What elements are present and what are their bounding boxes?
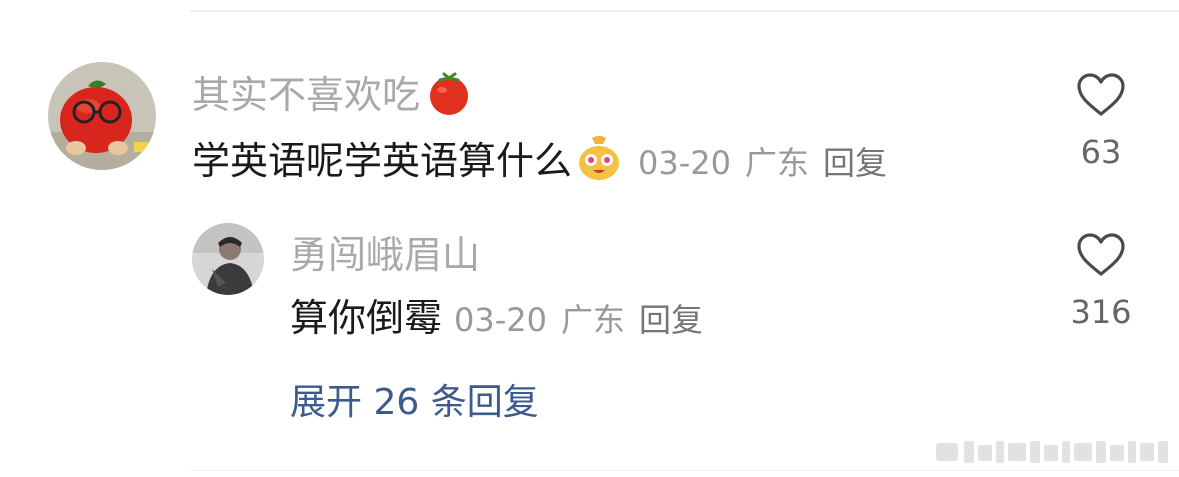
- reply-button[interactable]: 回复: [823, 144, 887, 182]
- reply-button[interactable]: 回复: [639, 301, 703, 339]
- comment-date: 03-20: [454, 301, 547, 339]
- comment-body: 学英语呢学英语算什么 03-20 广东 回复: [192, 132, 887, 193]
- watermark-image: [936, 437, 1171, 465]
- money-bag-face-emoji: [574, 132, 624, 182]
- comment-location: 广东: [745, 144, 810, 182]
- comment-text: 学英语呢学英语算什么: [192, 139, 573, 183]
- expand-replies-button[interactable]: 展开 26 条回复: [290, 381, 539, 425]
- like-count: 316: [1070, 293, 1132, 331]
- tomato-icon: [426, 70, 472, 116]
- heart-outline-icon: [1077, 233, 1125, 276]
- comment-text: 算你倒霉: [290, 296, 443, 340]
- reply-username[interactable]: 勇闯峨眉山: [290, 233, 480, 277]
- reply-body: 算你倒霉 03-20 广东 回复: [290, 294, 703, 350]
- comment-location: 广东: [561, 301, 626, 339]
- like-button[interactable]: 316: [1056, 232, 1146, 332]
- avatar[interactable]: [192, 223, 264, 295]
- heart-outline-icon: [1077, 73, 1125, 116]
- comment-date: 03-20: [638, 144, 731, 182]
- like-button[interactable]: 63: [1056, 72, 1146, 172]
- top-divider: [190, 10, 1179, 12]
- avatar[interactable]: [48, 62, 156, 170]
- comment-username[interactable]: 其实不喜欢吃: [192, 70, 472, 117]
- bottom-divider: [190, 470, 1179, 471]
- like-count: 63: [1080, 133, 1122, 171]
